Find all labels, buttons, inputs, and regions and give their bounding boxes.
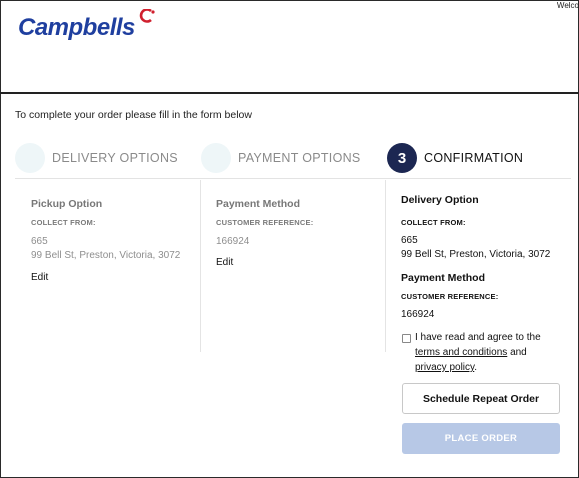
header-divider — [0, 92, 579, 94]
pickup-title: Pickup Option — [31, 198, 103, 210]
site-header: Campbells Welco — [0, 0, 579, 94]
confirm-payment-title: Payment Method — [401, 272, 486, 284]
agree-text-line-3: privacy policy. — [415, 360, 477, 375]
privacy-link[interactable]: privacy policy — [415, 362, 474, 373]
pickup-address: 99 Bell St, Preston, Victoria, 3072 — [31, 250, 181, 261]
step-2-label: PAYMENT OPTIONS — [238, 151, 361, 165]
agree-text: I have read and agree to the — [415, 330, 541, 345]
confirm-ref-label: CUSTOMER REFERENCE: — [401, 292, 499, 301]
confirm-address: 99 Bell St, Preston, Victoria, 3072 — [401, 249, 551, 260]
confirm-code: 665 — [401, 235, 418, 246]
delivery-option-title: Delivery Option — [401, 194, 479, 206]
terms-link[interactable]: terms and conditions — [415, 347, 507, 358]
confirm-collect-label: COLLECT FROM: — [401, 218, 466, 227]
agree-prefix: I have read and agree to the — [415, 332, 541, 343]
step-2-number: 2 — [201, 143, 231, 173]
pickup-collect-label: COLLECT FROM: — [31, 218, 96, 227]
steps-divider — [15, 178, 571, 179]
payment-ref-label: CUSTOMER REFERENCE: — [216, 218, 314, 227]
terms-checkbox[interactable] — [402, 334, 411, 343]
column-divider-1 — [200, 180, 201, 352]
step-3-label: CONFIRMATION — [424, 151, 524, 165]
pickup-code: 665 — [31, 236, 48, 247]
welcome-text: Welco — [556, 1, 579, 10]
agree-period: . — [474, 362, 478, 373]
step-delivery-options[interactable]: 1 DELIVERY OPTIONS — [15, 142, 178, 174]
payment-ref-value: 166924 — [216, 236, 250, 247]
step-1-label: DELIVERY OPTIONS — [52, 151, 178, 165]
step-payment-options[interactable]: 2 PAYMENT OPTIONS — [201, 142, 361, 174]
step-1-number: 1 — [15, 143, 45, 173]
agree-text-line-2: terms and conditions and — [415, 345, 527, 360]
schedule-repeat-order-button[interactable]: Schedule Repeat Order — [402, 383, 560, 414]
campbells-logo[interactable]: Campbells — [18, 14, 135, 42]
confirm-ref-value: 166924 — [401, 309, 435, 320]
checkout-steps: 1 DELIVERY OPTIONS 2 PAYMENT OPTIONS 3 C… — [15, 142, 571, 179]
step-confirmation: 3 CONFIRMATION — [387, 142, 523, 174]
step-3-number: 3 — [387, 143, 417, 173]
edit-pickup-link[interactable]: Edit — [31, 272, 48, 283]
payment-title: Payment Method — [216, 198, 301, 210]
edit-payment-link[interactable]: Edit — [216, 257, 233, 268]
place-order-button[interactable]: PLACE ORDER — [402, 423, 560, 454]
logo-swoosh-icon — [139, 9, 155, 23]
agree-and: and — [510, 347, 527, 358]
column-divider-2 — [385, 180, 386, 352]
form-intro-text: To complete your order please fill in th… — [15, 109, 252, 121]
